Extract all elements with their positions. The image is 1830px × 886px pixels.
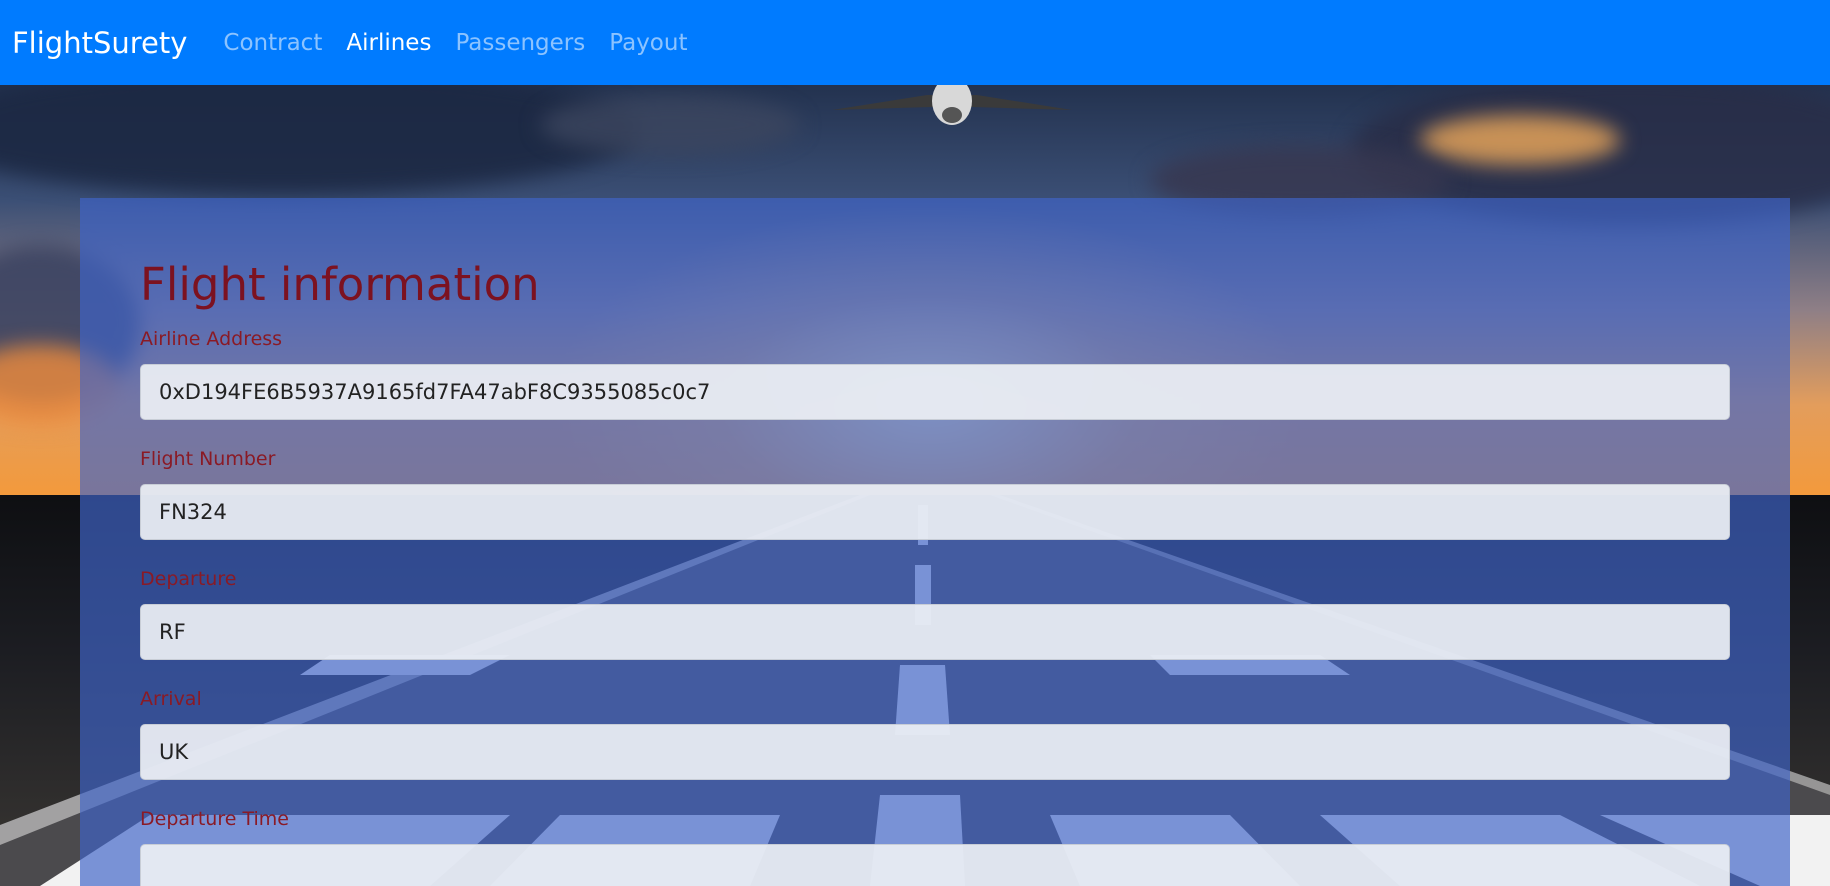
- departure-time-input[interactable]: [140, 844, 1730, 886]
- departure-time-label: Departure Time: [140, 808, 289, 830]
- nav-link-passengers[interactable]: Passengers: [455, 30, 585, 56]
- airplane-illustration: [832, 85, 1072, 125]
- nav-link-contract[interactable]: Contract: [223, 30, 322, 56]
- departure-group: Departure: [140, 568, 1730, 660]
- navbar: FlightSurety Contract Airlines Passenger…: [0, 0, 1830, 85]
- departure-input[interactable]: [140, 604, 1730, 660]
- flight-number-group: Flight Number: [140, 448, 1730, 540]
- arrival-group: Arrival: [140, 688, 1730, 780]
- cloud: [540, 95, 800, 155]
- flight-information-card: Flight information Airline Address Fligh…: [80, 198, 1790, 886]
- page-title: Flight information: [140, 258, 540, 311]
- airline-address-group: Airline Address: [140, 328, 1730, 420]
- brand-link[interactable]: FlightSurety: [12, 26, 187, 60]
- arrival-input[interactable]: [140, 724, 1730, 780]
- departure-label: Departure: [140, 568, 237, 590]
- cloud: [1420, 115, 1620, 165]
- nav-link-payout[interactable]: Payout: [609, 30, 687, 56]
- airline-address-input[interactable]: [140, 364, 1730, 420]
- flight-number-label: Flight Number: [140, 448, 276, 470]
- airline-address-label: Airline Address: [140, 328, 283, 350]
- nav-link-airlines[interactable]: Airlines: [346, 30, 431, 56]
- flight-number-input[interactable]: [140, 484, 1730, 540]
- arrival-label: Arrival: [140, 688, 202, 710]
- departure-time-group: Departure Time: [140, 808, 1730, 886]
